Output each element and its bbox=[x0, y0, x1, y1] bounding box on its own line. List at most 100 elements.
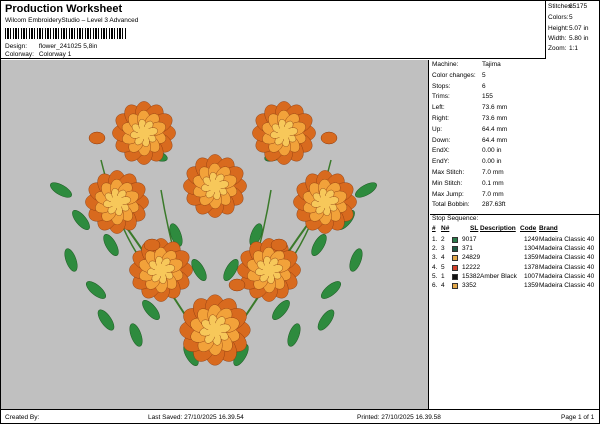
stat-width: Width: 5.80 in bbox=[548, 35, 589, 42]
leaf-shape bbox=[72, 210, 90, 230]
stat-value: 5.80 in bbox=[569, 35, 589, 42]
machine-info-row: Stops: 6 bbox=[432, 83, 486, 90]
machine-info-row: Max Jump: 7.0 mm bbox=[432, 191, 504, 198]
color-swatch bbox=[452, 246, 458, 253]
color-swatch bbox=[452, 255, 458, 262]
stop-needle: 4 bbox=[441, 254, 445, 262]
printed-date: Printed: 27/10/2025 16.39.58 bbox=[357, 414, 441, 421]
marigold-bud bbox=[228, 278, 246, 292]
colorway-value: Colorway 1 bbox=[38, 51, 72, 58]
info-label: Min Stitch: bbox=[432, 179, 463, 187]
color-swatch bbox=[452, 273, 458, 280]
page-number: Page 1 of 1 bbox=[561, 414, 595, 421]
stop-sl: 15382 bbox=[462, 272, 481, 280]
machine-info-row: EndX: 0.00 in bbox=[432, 147, 502, 154]
stop-needle: 4 bbox=[441, 282, 445, 289]
info-label: EndX: bbox=[432, 147, 450, 155]
info-value: Tajima bbox=[482, 61, 501, 68]
marigold-flower bbox=[252, 101, 316, 165]
worksheet-footer: Created By: Last Saved: 27/10/2025 16.39… bbox=[1, 409, 600, 424]
software-subtitle: Wilcom EmbroideryStudio – Level 3 Advanc… bbox=[5, 17, 139, 24]
marigold-bud bbox=[88, 131, 106, 145]
color-swatch bbox=[452, 264, 458, 271]
machine-info-row: Right: 73.6 mm bbox=[432, 115, 507, 122]
stop-brand: Madeira Classic 40 bbox=[539, 282, 595, 289]
stop-code: 1359 bbox=[524, 254, 539, 262]
embroidery-heart-marigold-illustration bbox=[50, 101, 377, 366]
col-num: # bbox=[432, 225, 436, 232]
leaf-shape bbox=[86, 281, 106, 299]
marigold-bud bbox=[270, 238, 288, 252]
col-n: N# bbox=[441, 225, 450, 232]
stop-sl: 24829 bbox=[462, 254, 481, 262]
stop-sl: 3352 bbox=[462, 282, 477, 289]
stop-code: 1378 bbox=[524, 263, 539, 271]
info-value: 287.63ft bbox=[482, 201, 506, 209]
color-swatch bbox=[452, 283, 458, 289]
info-value: 0.1 mm bbox=[482, 179, 504, 187]
worksheet-header: Production Worksheet Wilcom EmbroiderySt… bbox=[1, 1, 545, 59]
stop-code: 1007 bbox=[524, 272, 539, 280]
colorway-label: Colorway: bbox=[5, 51, 34, 58]
leaf-shape bbox=[311, 234, 327, 256]
stat-value: 1:1 bbox=[569, 45, 579, 52]
stop-needle: 2 bbox=[441, 236, 445, 243]
machine-info-row: Total Bobbin: 287.63ft bbox=[432, 201, 506, 208]
info-value: 5 bbox=[482, 71, 486, 79]
info-label: Total Bobbin: bbox=[432, 201, 470, 209]
stat-label: Colors: bbox=[548, 14, 569, 21]
stop-brand: Madeira Classic 40 bbox=[539, 245, 595, 253]
stat-label: Width: bbox=[548, 35, 567, 42]
leaf-shape bbox=[64, 248, 78, 272]
stop-sequence-heading: Stop Sequence: bbox=[430, 214, 600, 224]
stop-needle: 5 bbox=[441, 263, 445, 271]
stop-code: 1304 bbox=[524, 245, 539, 253]
design-row: Design: flower_241025 5,8in bbox=[5, 43, 97, 50]
info-value: 73.6 mm bbox=[482, 104, 508, 112]
stop-num: 3. bbox=[432, 254, 438, 262]
stat-value: 5.07 in bbox=[569, 25, 589, 32]
col-brand: Brand bbox=[539, 225, 558, 232]
stat-label: Height: bbox=[548, 25, 569, 32]
color-swatch bbox=[452, 237, 458, 243]
stat-value: 65175 bbox=[569, 3, 588, 10]
stat-colors: Colors:5 bbox=[548, 14, 573, 21]
info-value: 0.00 in bbox=[482, 147, 502, 155]
stop-num: 4. bbox=[432, 263, 438, 271]
machine-info-row: Color changes: 5 bbox=[432, 72, 486, 79]
info-value: 73.6 mm bbox=[482, 115, 508, 122]
stop-brand: Madeira Classic 40 bbox=[539, 236, 595, 243]
info-label: Right: bbox=[432, 115, 449, 122]
leaf-shape bbox=[97, 309, 115, 331]
leaf-shape bbox=[103, 234, 119, 256]
stats-box: Stitches:65175 Colors:5 Height:5.07 in W… bbox=[545, 1, 600, 59]
stop-needle: 1 bbox=[441, 272, 445, 280]
stop-num: 6. bbox=[432, 282, 438, 289]
info-label: Down: bbox=[432, 136, 451, 144]
marigold-flower bbox=[183, 154, 247, 218]
info-label: Left: bbox=[432, 104, 445, 112]
stop-brand: Madeira Classic 40 bbox=[539, 254, 595, 262]
info-label: Max Stitch: bbox=[432, 169, 465, 176]
leaf-shape bbox=[129, 323, 143, 347]
stat-height: Height:5.07 in bbox=[548, 25, 589, 32]
info-label: Up: bbox=[432, 125, 443, 133]
stat-label: Stitches: bbox=[548, 3, 573, 10]
stop-num: 5. bbox=[432, 272, 438, 280]
stop-brand: Madeira Classic 40 bbox=[539, 272, 595, 280]
machine-info-row: Trims: 155 bbox=[432, 93, 493, 100]
stat-label: Zoom: bbox=[548, 45, 567, 52]
marigold-flower bbox=[85, 170, 149, 234]
info-value: 64.4 mm bbox=[482, 125, 508, 133]
machine-info-row: Up: 64.4 mm bbox=[432, 126, 507, 133]
info-value: 64.4 mm bbox=[482, 136, 508, 144]
leaf-shape bbox=[287, 323, 301, 347]
design-preview bbox=[1, 60, 429, 409]
created-by: Created By: bbox=[5, 414, 40, 421]
info-value: 155 bbox=[482, 93, 493, 101]
design-value: flower_241025 5,8in bbox=[38, 43, 98, 50]
design-label: Design: bbox=[5, 43, 28, 50]
info-panel: Machine: Tajima Color changes: 5 Stops: 6 Trim… bbox=[430, 60, 600, 409]
stop-num: 2. bbox=[432, 245, 438, 253]
marigold-bud bbox=[320, 131, 338, 145]
